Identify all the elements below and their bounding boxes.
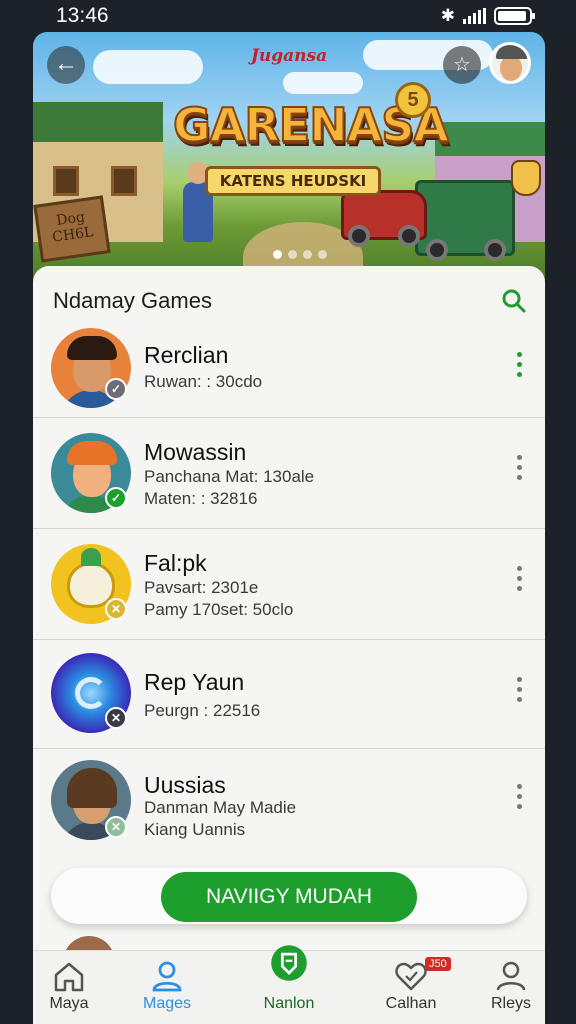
star-icon: ☆ <box>453 54 471 76</box>
crossed-swords-icon: ✕ <box>105 707 127 729</box>
nav-item-rleys[interactable]: Rleys <box>461 951 561 1024</box>
avatar[interactable] <box>489 42 531 84</box>
crossed-swords-icon: ✕ <box>105 816 127 838</box>
game-detail: Pamy 170set: 50clo <box>144 600 294 619</box>
wooden-sign: Dog CH6L <box>33 195 111 263</box>
game-detail: Kiang Uannis <box>144 820 246 839</box>
back-button[interactable]: ← <box>47 46 85 84</box>
status-time: 13:46 <box>56 4 109 27</box>
check-icon: ✓ <box>105 378 127 400</box>
coin-icon: 5 <box>395 82 431 118</box>
games-card: Ndamay Games ✓ Rerclian Ruwan: : 30cdo ✓… <box>33 266 545 950</box>
game-detail: Maten: : 32816 <box>144 489 258 508</box>
search-icon[interactable] <box>501 288 527 314</box>
favorite-button[interactable]: ☆ <box>443 46 481 84</box>
nav-label: Mages <box>142 995 192 1012</box>
arrow-left-icon: ← <box>54 50 78 77</box>
nav-label: Calhan <box>385 995 437 1012</box>
notification-badge: J50 <box>425 957 451 971</box>
carousel-dot[interactable] <box>273 250 282 259</box>
truck-illustration <box>415 180 515 261</box>
list-item[interactable]: ✕ Uussias Danman May Madie Kiang Uannis <box>33 750 545 862</box>
hero-banner[interactable]: Dog CH6L Jugansa GARENASA 5 KATENS HEUDS… <box>33 32 545 282</box>
list-item[interactable]: ✓ Rerclian Ruwan: : 30cdo <box>33 320 545 418</box>
carousel-dot[interactable] <box>303 250 312 259</box>
shield-icon <box>271 945 307 981</box>
bluetooth-icon: ✱ <box>440 6 455 25</box>
more-options-icon[interactable] <box>515 455 523 480</box>
car-illustration <box>341 190 427 247</box>
list-item[interactable]: ✕ Rep Yaun Peurgn : 22516 <box>33 641 545 749</box>
nav-item-maya[interactable]: Maya <box>19 951 119 1024</box>
nav-label: Maya <box>49 995 89 1012</box>
more-options-icon[interactable] <box>515 566 523 591</box>
user-icon <box>152 961 182 992</box>
navigate-button[interactable]: NAVIIGY MUDAH <box>161 872 417 922</box>
game-logo-subtitle: KATENS HEUDSKI <box>205 166 381 196</box>
game-detail: Ruwan: : 30cdo <box>144 372 263 391</box>
game-avatar <box>63 936 115 950</box>
carousel-dot[interactable] <box>288 250 297 259</box>
nav-label: Rleys <box>490 995 531 1012</box>
game-name: Uussias <box>144 772 226 798</box>
carousel-indicator <box>273 250 327 259</box>
game-logo-top: Jugansa <box>250 46 328 66</box>
more-options-icon[interactable] <box>515 784 523 809</box>
game-logo-title: GARENASA <box>172 97 450 153</box>
nav-item-nanlon[interactable]: Nanlon <box>239 945 339 1024</box>
game-name: Fal:pk <box>144 550 207 576</box>
more-options-icon[interactable] <box>515 677 523 702</box>
nav-label: Nanlon <box>263 995 315 1012</box>
cta-container: NAVIIGY MUDAH <box>51 868 527 924</box>
signal-icon <box>463 8 486 24</box>
check-icon: ✓ <box>105 487 127 509</box>
section-title: Ndamay Games <box>53 288 212 313</box>
game-name: Mowassin <box>144 439 247 465</box>
heart-icon <box>395 962 427 991</box>
list-item[interactable]: ✕ Fal:pk Pavsart: 2301e Pamy 170set: 50c… <box>33 530 545 640</box>
game-detail: Panchana Mat: 130ale <box>144 467 315 486</box>
game-detail: Peurgn : 22516 <box>144 701 261 720</box>
home-icon <box>54 962 84 992</box>
game-name: Rerclian <box>144 342 229 368</box>
battery-icon <box>494 7 535 25</box>
profile-icon <box>496 961 526 991</box>
game-name: Rep Yaun <box>144 669 245 695</box>
bottom-nav: Maya Mages Nanlon Calhan J50 Rleys <box>33 945 545 1024</box>
more-options-icon[interactable] <box>515 352 523 377</box>
status-bar: 13:46 ✱ <box>0 0 576 32</box>
carousel-dot[interactable] <box>318 250 327 259</box>
game-detail: Pavsart: 2301e <box>144 578 259 597</box>
character-illustration <box>511 160 541 196</box>
status-icons: ✱ <box>440 6 535 26</box>
crossed-swords-icon: ✕ <box>105 598 127 620</box>
list-item[interactable]: ✓ Mowassin Panchana Mat: 130ale Maten: :… <box>33 419 545 529</box>
game-detail: Danman May Madie <box>144 798 297 817</box>
nav-item-mages[interactable]: Mages <box>117 951 217 1024</box>
